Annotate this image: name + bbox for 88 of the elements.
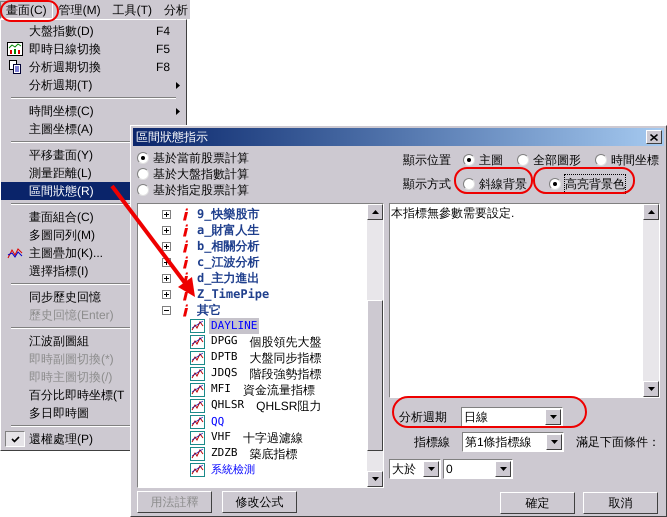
expand-icon[interactable] bbox=[162, 274, 171, 282]
tree-item[interactable]: JDQS 階段強勢指標 bbox=[209, 365, 324, 383]
menu-item[interactable]: 即時日線切換 F5 bbox=[1, 40, 186, 58]
menu-item[interactable]: 分析週期切換 F8 bbox=[1, 58, 186, 76]
indicator-icon bbox=[190, 335, 205, 349]
indicator-icon bbox=[190, 463, 205, 477]
radio-button[interactable] bbox=[137, 168, 149, 180]
tree-item[interactable]: VHF 十字過濾線 bbox=[209, 429, 305, 447]
menu-title[interactable]: 管理(M) bbox=[52, 0, 107, 18]
tree-item[interactable]: DAYLINE bbox=[209, 318, 260, 334]
dialog-button[interactable]: 確定 bbox=[500, 492, 575, 514]
tree-item[interactable]: a_財富人生 bbox=[193, 221, 260, 239]
radio-button[interactable] bbox=[137, 152, 149, 164]
menu-item[interactable]: 主圖疊加(K)... bbox=[1, 244, 186, 262]
indicator-icon bbox=[190, 367, 205, 381]
scroll-down-icon[interactable] bbox=[648, 387, 654, 391]
line-chart-icon bbox=[7, 247, 23, 259]
radio-button[interactable] bbox=[517, 154, 529, 166]
radio-label[interactable]: 斜線背景 bbox=[479, 175, 527, 193]
expand-icon[interactable] bbox=[162, 226, 171, 234]
tree-item[interactable]: 9_快樂股市 bbox=[193, 205, 260, 223]
collapse-icon[interactable] bbox=[162, 306, 171, 314]
field-label: 顯示位置 bbox=[403, 152, 452, 169]
radio-button[interactable] bbox=[137, 184, 149, 196]
radio-label[interactable]: 基於大盤指數計算 bbox=[153, 164, 249, 182]
scroll-down-icon[interactable] bbox=[372, 477, 378, 481]
tree-item[interactable]: Z_TimePipe bbox=[193, 285, 270, 303]
field-label: 顯示方式 bbox=[403, 176, 452, 193]
indicator-icon bbox=[190, 447, 205, 461]
menu-title[interactable]: 分析 bbox=[158, 0, 190, 18]
indicator-icon bbox=[190, 383, 205, 397]
tree-item[interactable]: 系統檢測 bbox=[209, 462, 257, 478]
indicator-group-icon bbox=[181, 224, 189, 236]
scroll-up-icon[interactable] bbox=[372, 210, 378, 214]
indicator-icon bbox=[190, 351, 205, 365]
indicator-icon bbox=[190, 319, 205, 333]
expand-icon[interactable] bbox=[162, 290, 171, 298]
expand-icon[interactable] bbox=[162, 210, 171, 218]
scrollbar[interactable] bbox=[367, 204, 383, 487]
radio-label[interactable]: 全部圖形 bbox=[533, 151, 581, 169]
close-icon bbox=[650, 134, 658, 140]
menu-item[interactable]: 時間坐標(C) bbox=[1, 102, 186, 120]
radio-button[interactable] bbox=[595, 154, 607, 166]
dialog-button[interactable]: 修改公式 bbox=[222, 491, 297, 513]
tree-item[interactable]: QHLSR QHLSR阻力 bbox=[209, 397, 324, 415]
document-icon bbox=[9, 60, 21, 74]
window-title: 區間狀態指示 bbox=[136, 129, 209, 146]
condition-label: 滿足下面條件： bbox=[576, 434, 660, 451]
line-dropdown[interactable]: 第1條指標線 bbox=[462, 432, 564, 452]
indicator-icon bbox=[190, 415, 205, 429]
radio-button[interactable] bbox=[549, 178, 561, 190]
menu-item[interactable]: 還權處理(P) bbox=[1, 430, 186, 448]
tree-item[interactable]: 其它 bbox=[193, 301, 221, 319]
menu-title[interactable]: 工具(T) bbox=[106, 0, 158, 18]
description-text: 本指標無參數需要設定. bbox=[390, 205, 516, 222]
field-label: 分析週期 bbox=[399, 409, 447, 426]
radio-label[interactable]: 基於當前股票計算 bbox=[153, 148, 249, 166]
radio-label[interactable]: 高亮背景色 bbox=[565, 175, 625, 193]
expand-icon[interactable] bbox=[162, 242, 171, 250]
tree-item[interactable]: d_主力進出 bbox=[193, 269, 260, 287]
tree-item[interactable]: b_相關分析 bbox=[193, 237, 260, 255]
indicator-group-icon bbox=[181, 256, 189, 268]
close-button[interactable] bbox=[646, 130, 662, 144]
indicator-group-icon bbox=[181, 240, 189, 252]
value-dropdown[interactable]: 0 bbox=[443, 459, 513, 479]
radio-label[interactable]: 時間坐標 bbox=[611, 151, 659, 169]
tree-item[interactable]: DPTB 大盤同步指標 bbox=[209, 349, 324, 367]
tree-item[interactable]: MFI 資金流量指標 bbox=[209, 381, 317, 399]
indicator-group-icon bbox=[181, 304, 189, 316]
tree-item[interactable]: c_江波分析 bbox=[193, 253, 260, 271]
tree-item[interactable]: ZDZB 築底指標 bbox=[209, 445, 300, 463]
radio-button[interactable] bbox=[463, 178, 475, 190]
scrollbar[interactable] bbox=[643, 204, 659, 397]
chart-icon bbox=[7, 42, 23, 56]
field-label: 指標線 bbox=[414, 434, 450, 451]
operator-dropdown[interactable]: 大於 bbox=[389, 459, 441, 479]
scroll-up-icon[interactable] bbox=[648, 210, 654, 214]
menu-item[interactable]: 分析週期(T) bbox=[1, 76, 186, 94]
indicator-group-icon bbox=[181, 208, 189, 220]
indicator-icon bbox=[190, 399, 205, 413]
radio-button[interactable] bbox=[463, 154, 475, 166]
period-dropdown[interactable]: 日線 bbox=[461, 407, 563, 427]
tree-item[interactable]: DPGG 個股領先大盤 bbox=[209, 333, 324, 351]
dialog-button[interactable]: 取消 bbox=[583, 492, 658, 514]
tree-item[interactable]: QQ bbox=[209, 414, 226, 430]
menu-item[interactable]: 大盤指數(D) F4 bbox=[1, 22, 186, 40]
radio-label[interactable]: 主圖 bbox=[479, 151, 503, 169]
indicator-icon bbox=[190, 431, 205, 445]
